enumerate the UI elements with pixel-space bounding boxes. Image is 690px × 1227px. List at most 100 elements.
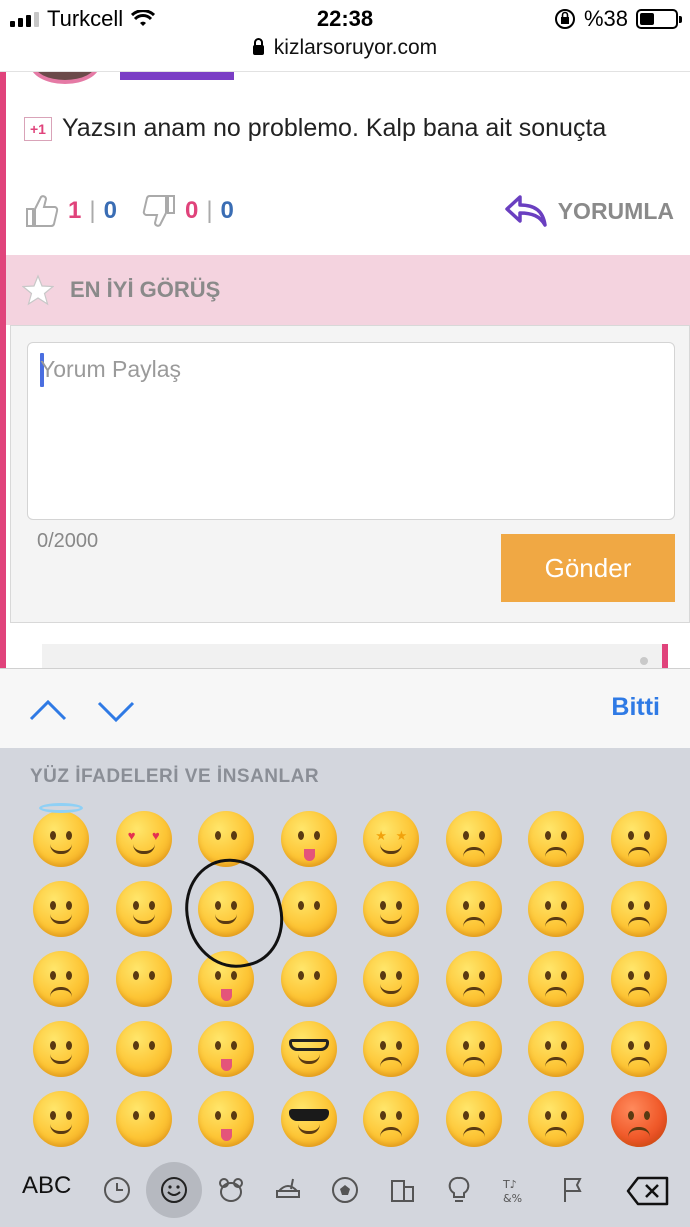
comment-placeholder: Yorum Paylaş bbox=[40, 356, 182, 382]
symbols-icon[interactable]: T♪ &% bbox=[496, 1170, 536, 1210]
weary-face-emoji[interactable] bbox=[515, 1014, 598, 1084]
winking-face-emoji[interactable] bbox=[20, 1014, 103, 1084]
loudly-crying-face-emoji[interactable] bbox=[598, 874, 681, 944]
partying-face-emoji[interactable] bbox=[350, 874, 433, 944]
emoji-row bbox=[20, 1084, 680, 1154]
heart-eyes-face-emoji[interactable]: ♥ ♥ bbox=[103, 804, 186, 874]
smirk-face-emoji[interactable] bbox=[350, 944, 433, 1014]
slightly-frowning-face-emoji[interactable] bbox=[433, 1014, 516, 1084]
raised-eyebrow-face-emoji[interactable] bbox=[268, 874, 351, 944]
backspace-icon[interactable] bbox=[626, 1176, 670, 1206]
relieved-face-emoji[interactable] bbox=[20, 1084, 103, 1154]
reply-label: YORUMLA bbox=[557, 197, 674, 224]
chevron-down-icon[interactable] bbox=[96, 691, 136, 731]
winking-tongue-face-emoji[interactable] bbox=[185, 1084, 268, 1154]
slightly-smiling-face-emoji[interactable] bbox=[20, 874, 103, 944]
dislike-count-blue: 0 bbox=[220, 197, 234, 224]
comment-form: Yorum Paylaş 0/2000 Gönder bbox=[10, 325, 690, 623]
next-answer-card bbox=[42, 644, 668, 668]
character-counter: 0/2000 bbox=[37, 530, 99, 552]
like-group[interactable]: 1 | 0 bbox=[24, 194, 117, 228]
svg-text:&%: &% bbox=[503, 1192, 522, 1205]
kissing-heart-face-emoji[interactable] bbox=[103, 944, 186, 1014]
yum-face-emoji[interactable] bbox=[185, 874, 268, 944]
emoji-grid: ♥ ♥ ★ ★ bbox=[20, 803, 681, 1154]
frowning-face-emoji[interactable] bbox=[433, 1084, 516, 1154]
battery-info: %38 bbox=[554, 6, 682, 32]
orientation-lock-icon bbox=[554, 9, 575, 29]
kissing-smiling-eyes-face-emoji[interactable] bbox=[103, 1084, 186, 1154]
nerd-face-emoji[interactable] bbox=[268, 1014, 351, 1084]
animal-icon[interactable] bbox=[211, 1170, 251, 1210]
innocent-face-emoji[interactable] bbox=[20, 803, 103, 874]
answer-accent-stripe bbox=[0, 72, 6, 668]
comment-text: Yazsın anam no problemo. Kalp bana ait s… bbox=[61, 114, 607, 142]
crying-face-emoji[interactable] bbox=[598, 804, 681, 874]
emoji-row bbox=[20, 1014, 680, 1084]
disappointed-face-emoji[interactable] bbox=[350, 1084, 433, 1154]
smiling-hearts-face-emoji[interactable] bbox=[103, 874, 186, 944]
lock-icon bbox=[252, 38, 264, 55]
emoji-keyboard: YÜZ İFADELERİ VE İNSANLAR ♥ ♥ ★ ★ ABC T♪… bbox=[0, 748, 690, 1227]
worried-face-emoji[interactable] bbox=[433, 874, 516, 944]
chevron-up-icon[interactable] bbox=[28, 691, 68, 731]
user-level-badge bbox=[120, 72, 234, 80]
ball-icon[interactable] bbox=[325, 1170, 365, 1210]
thumbs-down-icon[interactable] bbox=[141, 194, 177, 228]
smiley-icon[interactable] bbox=[154, 1170, 194, 1210]
persevering-face-emoji[interactable] bbox=[515, 874, 598, 944]
reply-arrow-icon bbox=[504, 195, 547, 227]
upside-down-face-emoji[interactable] bbox=[20, 944, 103, 1014]
keyboard-accessory-bar: Bitti bbox=[0, 668, 690, 748]
angry-face-emoji[interactable] bbox=[598, 1014, 681, 1084]
unamused-face-emoji[interactable] bbox=[350, 1014, 433, 1084]
kissing-closed-eyes-face-emoji[interactable] bbox=[185, 804, 268, 874]
like-count-blue: 0 bbox=[103, 197, 117, 224]
steam-nose-face-emoji[interactable] bbox=[598, 944, 681, 1014]
done-button[interactable]: Bitti bbox=[611, 693, 660, 722]
emoji-section-title: YÜZ İFADELERİ VE İNSANLAR bbox=[30, 766, 320, 787]
battery-icon bbox=[636, 9, 682, 29]
flag-icon[interactable] bbox=[553, 1170, 593, 1210]
status-bar: Turkcell 22:38 %38 bbox=[0, 0, 690, 40]
emoji-category-bar: ABC T♪ &% bbox=[0, 1158, 690, 1227]
separator: | bbox=[89, 197, 96, 224]
submit-button[interactable]: Gönder bbox=[501, 534, 675, 602]
confounded-face-emoji[interactable] bbox=[515, 804, 598, 874]
emoji-row bbox=[20, 944, 680, 1014]
comment-textarea[interactable]: Yorum Paylaş bbox=[27, 342, 675, 520]
pleading-face-emoji[interactable] bbox=[515, 1084, 598, 1154]
address-bar[interactable]: kizlarsoruyor.com bbox=[0, 36, 690, 72]
star-struck-face-emoji[interactable]: ★ ★ bbox=[350, 804, 433, 874]
best-answer-label: EN İYİ GÖRÜŞ bbox=[70, 277, 221, 302]
pouting-face-emoji[interactable] bbox=[598, 1084, 681, 1154]
kissing-face-emoji[interactable] bbox=[103, 1014, 186, 1084]
bulb-icon[interactable] bbox=[439, 1170, 479, 1210]
plus-one-badge: +1 bbox=[24, 116, 52, 141]
squinting-tongue-face-emoji[interactable] bbox=[185, 1014, 268, 1084]
emoji-row bbox=[20, 874, 680, 944]
dislike-group[interactable]: 0 | 0 bbox=[141, 194, 234, 228]
dislike-count-pink: 0 bbox=[184, 197, 199, 224]
avatar[interactable] bbox=[30, 72, 100, 84]
pensive-face-emoji[interactable] bbox=[433, 804, 516, 874]
comment: +1 Yazsın anam no problemo. Kalp bana ai… bbox=[24, 114, 606, 143]
abc-key[interactable]: ABC bbox=[22, 1172, 71, 1200]
monocle-face-emoji[interactable] bbox=[268, 944, 351, 1014]
confused-face-emoji[interactable] bbox=[433, 944, 516, 1014]
tongue-out-face-emoji[interactable] bbox=[185, 944, 268, 1014]
sunglasses-face-emoji[interactable] bbox=[268, 1084, 351, 1154]
reply-button[interactable]: YORUMLA bbox=[504, 194, 674, 228]
comment-actions: 1 | 0 0 | 0 YORUMLA bbox=[24, 188, 674, 234]
like-count-pink: 1 bbox=[68, 197, 82, 224]
tired-face-emoji[interactable] bbox=[515, 944, 598, 1014]
star-icon bbox=[22, 274, 54, 306]
building-icon[interactable] bbox=[382, 1170, 422, 1210]
recent-icon[interactable] bbox=[97, 1170, 137, 1210]
url-text: kizlarsoruyor.com bbox=[273, 36, 438, 59]
zany-face-emoji[interactable] bbox=[268, 804, 351, 874]
best-answer-bar[interactable]: EN İYİ GÖRÜŞ bbox=[6, 255, 690, 325]
emoji-row: ♥ ♥ ★ ★ bbox=[20, 803, 681, 874]
thumbs-up-icon[interactable] bbox=[24, 194, 60, 228]
food-icon[interactable] bbox=[268, 1170, 308, 1210]
